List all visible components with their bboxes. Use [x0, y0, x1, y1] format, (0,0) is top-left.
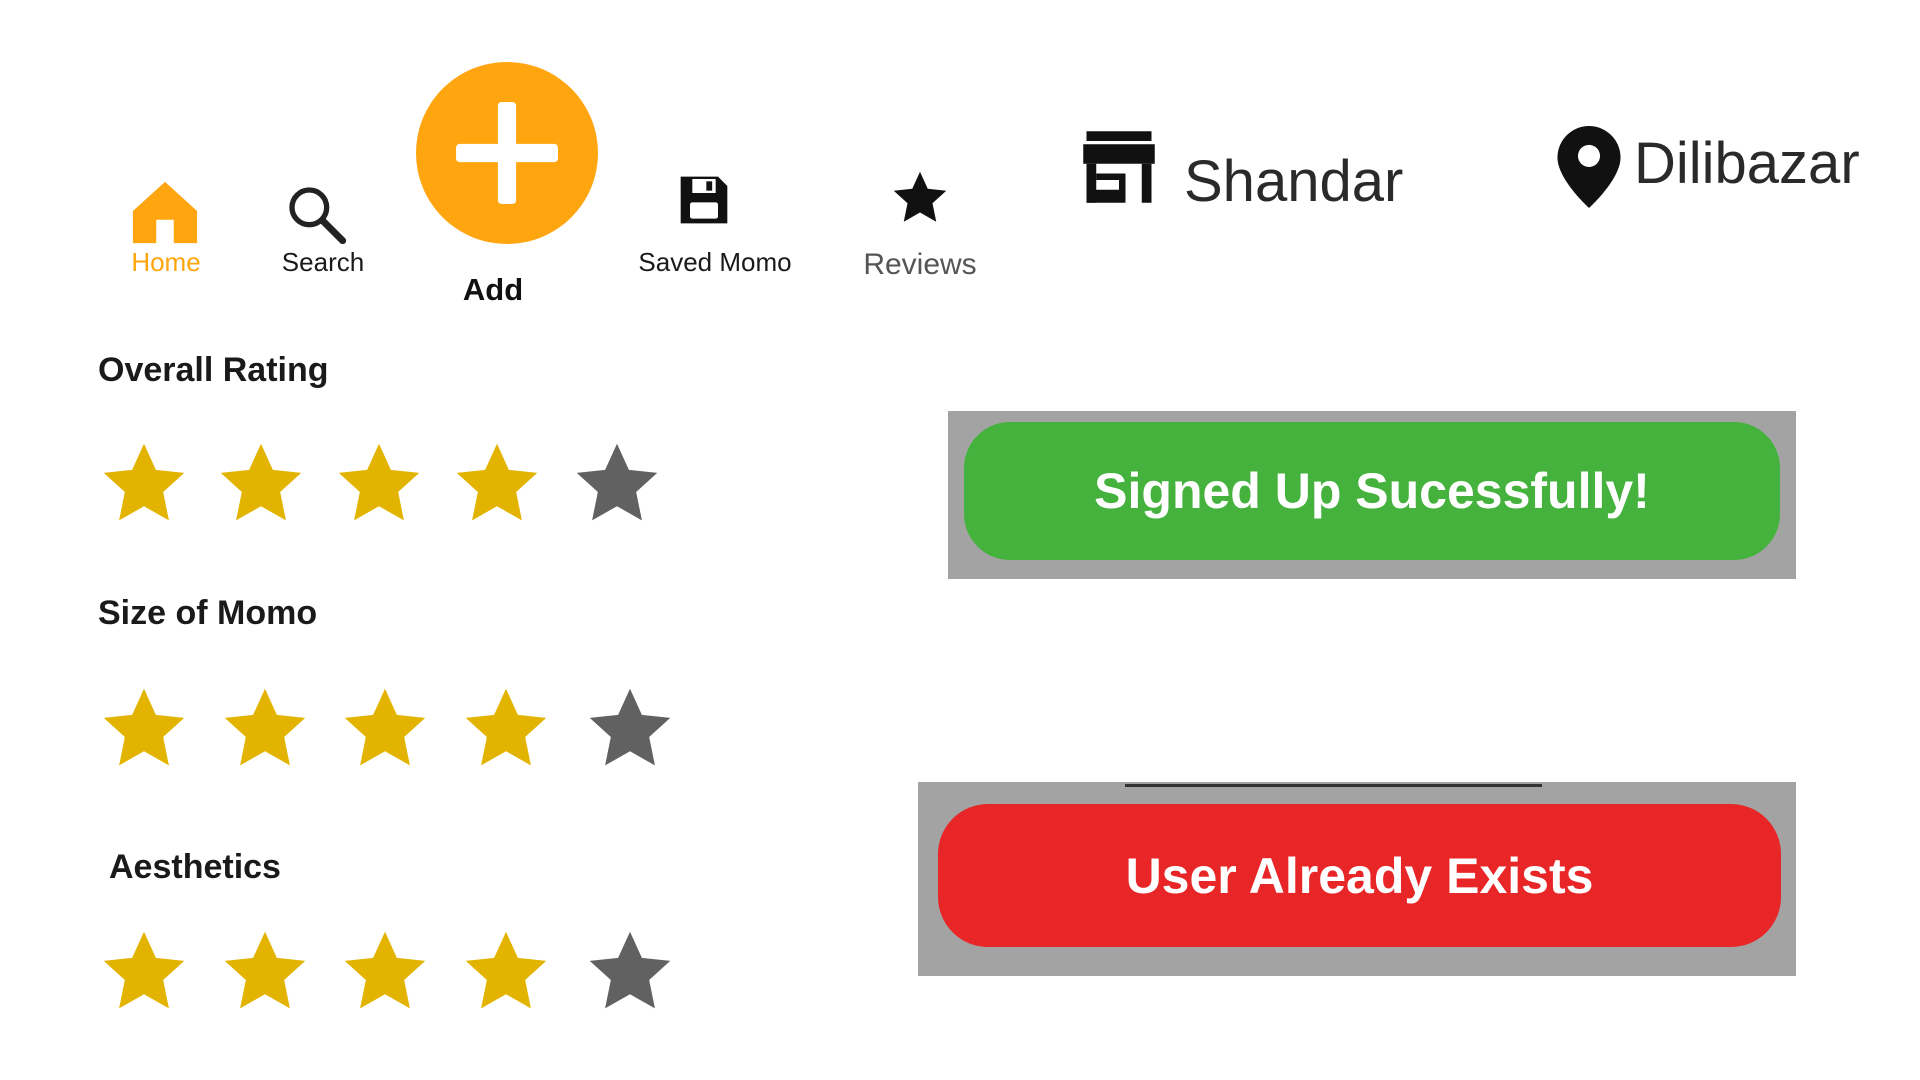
divider — [1125, 784, 1542, 787]
nav-add-label: Add — [462, 272, 524, 307]
star-empty-icon[interactable] — [584, 926, 676, 1018]
star-filled-icon[interactable] — [219, 926, 311, 1018]
store-icon — [1083, 131, 1155, 203]
star-filled-icon[interactable] — [215, 438, 307, 530]
nav-saved-momo-label: Saved Momo — [638, 247, 792, 277]
star-filled-icon[interactable] — [98, 926, 190, 1018]
star-filled-icon[interactable] — [339, 926, 431, 1018]
rating-title: Size of Momo — [98, 594, 318, 632]
rating-title: Overall Rating — [98, 351, 329, 389]
star-icon — [893, 171, 947, 222]
star-filled-icon[interactable] — [333, 438, 425, 530]
star-empty-icon[interactable] — [584, 683, 676, 775]
star-filled-icon[interactable] — [98, 683, 190, 775]
rating-title: Aesthetics — [109, 848, 281, 886]
star-filled-icon[interactable] — [460, 926, 552, 1018]
error-toast-text: User Already Exists — [1125, 847, 1594, 904]
home-icon — [132, 181, 198, 244]
success-toast-text: Signed Up Sucessfully! — [1094, 463, 1650, 519]
star-filled-icon[interactable] — [460, 683, 552, 775]
place-location: Dilibazar — [1634, 131, 1860, 196]
star-empty-icon[interactable] — [571, 438, 663, 530]
floppy-disk-icon — [680, 176, 728, 224]
nav-search-label: Search — [281, 247, 365, 277]
plus-icon — [416, 62, 598, 244]
search-icon — [289, 187, 347, 245]
map-pin-icon — [1557, 126, 1621, 208]
star-filled-icon[interactable] — [451, 438, 543, 530]
star-filled-icon[interactable] — [219, 683, 311, 775]
error-toast[interactable]: User Already Exists — [938, 804, 1781, 947]
star-filled-icon[interactable] — [339, 683, 431, 775]
star-filled-icon[interactable] — [98, 438, 190, 530]
success-toast[interactable]: Signed Up Sucessfully! — [964, 422, 1780, 560]
place-name: Shandar — [1184, 149, 1404, 214]
nav-home-label: Home — [131, 247, 201, 277]
nav-reviews-label: Reviews — [863, 248, 977, 281]
